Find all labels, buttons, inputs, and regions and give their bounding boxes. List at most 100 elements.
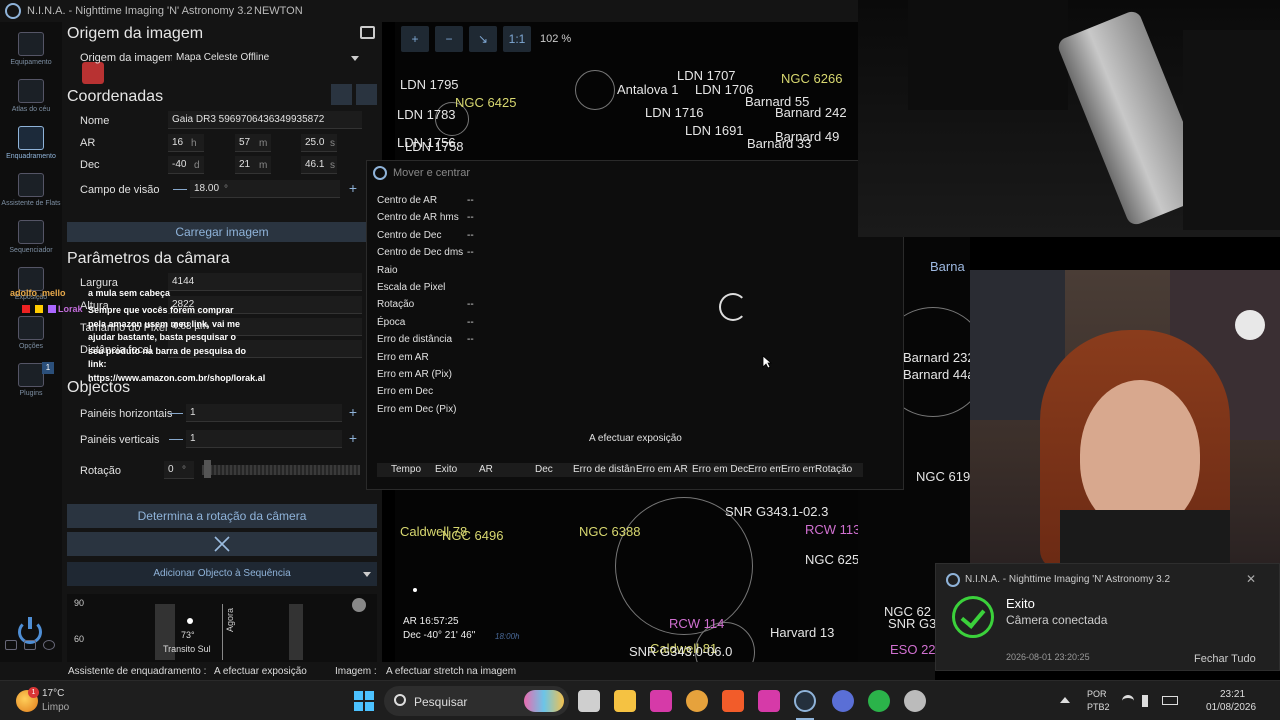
chevron-up-icon[interactable] [1060,697,1070,703]
battery-icon[interactable] [1162,696,1178,705]
task-view-icon[interactable] [578,690,600,712]
chart-toggle-button[interactable] [352,598,366,612]
ra-seconds-unit: s [330,138,335,149]
chat-username: adolfo_mello [10,288,66,298]
column-header[interactable]: Erro em Dec [692,464,748,475]
brave-icon[interactable] [722,690,744,712]
eye-icon[interactable] [5,640,17,650]
fit-to-screen-button[interactable]: ↘ [469,26,497,52]
add-to-sequence-button[interactable]: Adicionar Objecto à Sequência [67,562,377,586]
framing-status-value: A efectuar exposição [214,666,307,677]
nav-item-framing[interactable]: Enquadramento [0,126,62,160]
stellarium-icon[interactable] [832,690,854,712]
keyboard-layout[interactable]: PTB2 [1087,702,1110,712]
nav-item-sequencer[interactable]: Sequenciador [0,220,62,254]
nina-logo-icon [5,3,21,19]
nav-item-options[interactable]: Opções [0,316,62,350]
nav-item-flats[interactable]: Assistente de Flats [0,173,62,207]
one-to-one-button[interactable]: 1:1 [503,26,531,52]
sky-object-label: SNR G343.0-06.0 [629,644,733,659]
dec-label: Dec [80,159,100,171]
result-label: Centro de Dec [377,230,442,241]
rotation-slider[interactable] [202,465,360,475]
fov-increase-button[interactable]: + [344,180,362,198]
file-explorer-icon[interactable] [614,690,636,712]
onenote-icon[interactable] [650,690,672,712]
vpanels-field[interactable]: 1 [186,430,342,448]
chevron-down-icon[interactable] [363,572,371,577]
obs-icon[interactable] [904,690,926,712]
chrome-icon[interactable] [686,690,708,712]
chat-username: Lorak [58,304,83,314]
hpanels-increase-button[interactable]: + [344,404,362,422]
column-header[interactable]: Erro em [748,464,781,475]
cancel-button[interactable] [67,532,377,556]
notification-toast[interactable]: N.I.N.A. - Nighttime Imaging 'N' Astrono… [935,563,1280,671]
result-value: -- [467,247,474,258]
image-source-value: Mapa Celeste Offline [176,52,270,63]
zoom-in-button[interactable]: + [401,26,429,52]
fov-decrease-button[interactable]: — [171,180,189,198]
column-header[interactable]: AR [479,464,519,475]
target-icon[interactable] [331,84,352,105]
dismiss-all-button[interactable]: Fechar Tudo [1194,653,1256,665]
volume-icon[interactable] [1142,695,1148,707]
determine-rotation-button[interactable]: Determina a rotação da câmera [67,504,377,528]
altitude-tick-label: 60 [74,634,85,644]
fov-field[interactable]: 18.00 [190,180,340,198]
rotation-field[interactable]: 0 [164,461,194,479]
nav-item-equipment[interactable]: Equipamento [0,32,62,66]
vpanels-increase-button[interactable]: + [344,430,362,448]
windows-start-icon[interactable] [354,691,374,711]
add-to-sequence-label: Adicionar Objecto à Sequência [153,568,291,579]
transit-altitude: 73° [181,630,195,640]
gear-icon [18,316,44,340]
sky-object-label: Barna [930,259,965,274]
load-image-button[interactable]: Carregar imagem [67,222,377,242]
person-shirt [1060,510,1230,565]
clock-date[interactable]: 01/08/2026 [1206,702,1256,713]
column-header[interactable]: Erro em AR [636,464,690,475]
nav-item-sky-atlas[interactable]: Atlas do céu [0,79,62,113]
dec-minutes-unit: m [259,160,268,171]
rotation-slider-handle[interactable] [204,460,211,478]
phd2-icon[interactable] [868,690,890,712]
column-header[interactable]: Erro de distância [573,464,635,475]
info-icon[interactable] [43,640,55,650]
column-header[interactable]: Exito [435,464,475,475]
column-header[interactable]: Rotação [815,464,855,475]
sky-object-label: LDN 1758 [405,139,464,154]
keyboard-language[interactable]: POR [1087,689,1107,699]
column-header[interactable]: Dec [535,464,565,475]
ra-hours-unit: h [191,138,197,149]
zoom-out-button[interactable]: − [435,26,463,52]
map-pin-icon[interactable] [356,84,377,105]
sky-object-label: NGC 6250 [805,552,858,567]
ra-label: AR [80,137,96,149]
hpanels-field[interactable]: 1 [186,404,342,422]
book-icon[interactable] [360,26,375,39]
sky-object-label: Barnard 242 [775,105,847,120]
column-header[interactable]: Erro em [781,464,815,475]
dialog-title: Mover e centrar [373,166,470,180]
vpanels-decrease-button[interactable]: — [167,430,185,448]
result-label: Erro em AR [377,352,429,363]
close-icon [214,536,230,552]
clock-time[interactable]: 23:21 [1220,689,1245,700]
column-header[interactable]: Tempo [391,464,431,475]
result-value: -- [467,334,474,345]
book-icon[interactable] [24,640,36,650]
taskbar-search[interactable]: Pesquisar [384,686,569,716]
fov-label: Campo de visão [80,184,160,196]
weather-badge: 1 [28,687,39,698]
hpanels-decrease-button[interactable]: — [167,404,185,422]
ra-hours-field[interactable]: 16 [168,134,204,152]
wifi-icon[interactable] [1122,695,1134,707]
width-field[interactable]: 4144 [168,273,362,291]
nina-icon[interactable] [794,690,816,712]
onenote2-icon[interactable] [758,690,780,712]
image-source-select[interactable]: Mapa Celeste Offline [172,49,362,67]
toast-heading: Exito [1006,596,1035,611]
name-field[interactable]: Gaia DR3 5969706436349935872 [168,111,362,129]
close-icon[interactable]: ✕ [1246,572,1256,586]
